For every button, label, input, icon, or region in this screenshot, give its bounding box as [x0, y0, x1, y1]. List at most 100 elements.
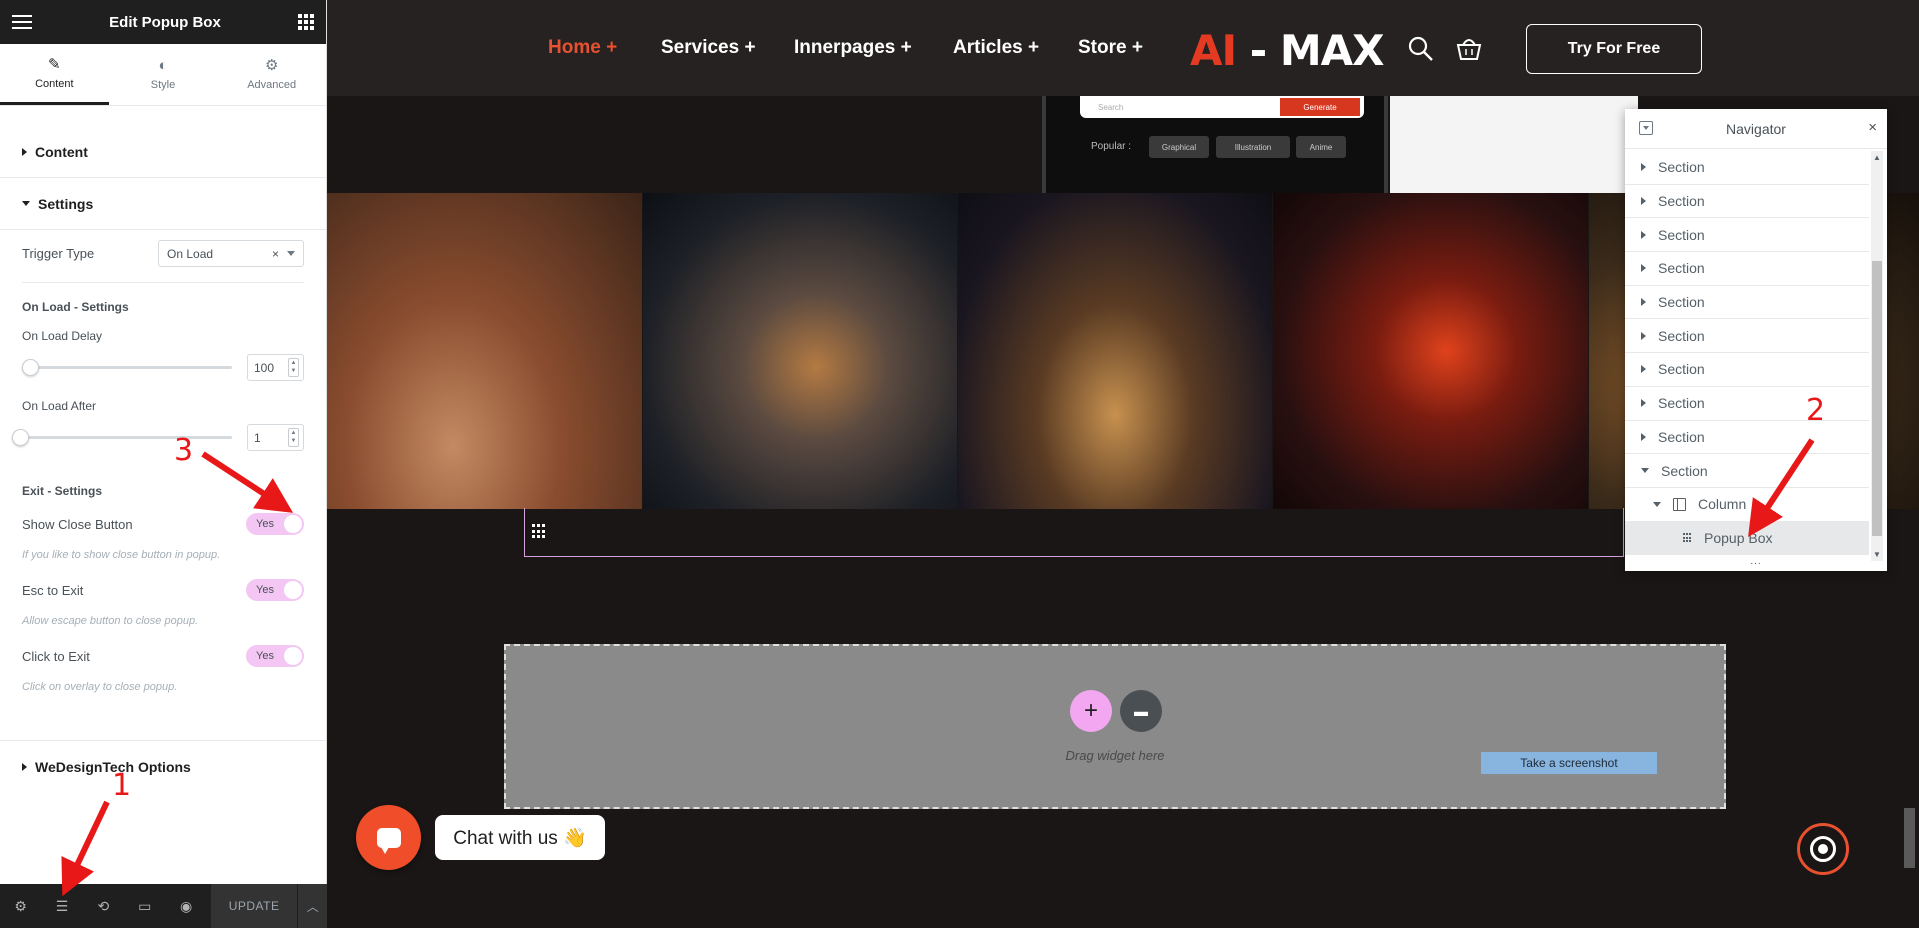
caret-right-icon[interactable]	[1641, 163, 1646, 172]
nav-innerpages[interactable]: Innerpages +	[794, 37, 912, 59]
on-load-after-input[interactable]: 1 ▲ ▼	[247, 424, 304, 451]
search-icon[interactable]	[1407, 35, 1435, 63]
navigator-section-item[interactable]: Section	[1625, 421, 1869, 455]
navigator-scrollbar[interactable]: ▲ ▼	[1871, 151, 1883, 561]
tab-label: Style	[150, 79, 176, 91]
on-load-delay-label: On Load Delay	[22, 329, 103, 343]
caret-down-icon[interactable]	[1641, 468, 1649, 474]
section-wedesigntech-toggle[interactable]: WeDesignTech Options	[0, 740, 327, 792]
widget-drag-handle-icon[interactable]	[532, 524, 547, 539]
responsive-mode-icon[interactable]: ▭	[124, 884, 165, 928]
navigator-section-item[interactable]: Section	[1625, 151, 1869, 185]
navigator-column-item[interactable]: Column	[1625, 488, 1869, 522]
navigator-layers-icon[interactable]: ☰	[41, 884, 82, 928]
update-button[interactable]: UPDATE	[210, 884, 298, 928]
caret-down-icon[interactable]	[1653, 501, 1661, 507]
section-settings-toggle[interactable]: Settings	[0, 178, 326, 230]
show-close-hint: If you like to show close button in popu…	[22, 549, 221, 561]
widgets-grid-icon[interactable]	[297, 14, 314, 30]
esc-exit-toggle[interactable]: Yes	[246, 579, 304, 601]
navigator-section-item[interactable]: Section	[1625, 353, 1869, 387]
caret-right-icon[interactable]	[1641, 298, 1646, 307]
on-load-settings-heading: On Load - Settings	[22, 300, 129, 314]
hamburger-menu-icon[interactable]	[12, 15, 32, 29]
tab-style[interactable]: ◐ Style	[109, 44, 218, 105]
nav-articles[interactable]: Articles +	[953, 37, 1039, 59]
chevron-up-icon[interactable]: ︿	[297, 884, 328, 928]
mockup-chip: Anime	[1296, 136, 1346, 158]
caret-right-icon[interactable]	[1641, 331, 1646, 340]
take-screenshot-button[interactable]: Take a screenshot	[1481, 752, 1657, 774]
navigator-section-item[interactable]: Section	[1625, 286, 1869, 320]
caret-right-icon[interactable]	[1641, 264, 1646, 273]
on-load-after-value: 1	[254, 430, 261, 445]
history-icon[interactable]: ⟲	[83, 884, 124, 928]
tab-advanced[interactable]: ⚙ Advanced	[217, 44, 326, 105]
caret-right-icon[interactable]	[1641, 399, 1646, 408]
caret-right-icon[interactable]	[1641, 365, 1646, 374]
chat-launcher-button[interactable]	[356, 805, 421, 870]
clear-icon[interactable]: ×	[272, 247, 279, 261]
navigator-section-item-expanded[interactable]: Section	[1625, 454, 1869, 488]
on-load-after-slider[interactable]	[12, 429, 232, 446]
navigator-section-item[interactable]: Section	[1625, 319, 1869, 354]
caret-right-icon[interactable]	[1641, 432, 1646, 441]
close-icon[interactable]: ×	[1868, 119, 1877, 136]
section-content-toggle[interactable]: Content	[0, 126, 326, 178]
scroll-target-button[interactable]	[1797, 823, 1849, 875]
logo-part-b: - MAX	[1236, 26, 1385, 75]
mockup-generate-button: Generate	[1280, 98, 1360, 116]
click-exit-row: Click to Exit Yes	[22, 645, 304, 667]
navigator-section-item[interactable]: Section	[1625, 387, 1869, 421]
site-logo[interactable]: AI - MAX	[1190, 26, 1385, 75]
navigator-section-item[interactable]: Section	[1625, 252, 1869, 286]
navigator-item-label: Section	[1658, 159, 1705, 176]
navigator-item-label: Popup Box	[1704, 529, 1773, 546]
on-load-delay-input[interactable]: 100 ▲ ▼	[247, 354, 304, 381]
navigator-section-item[interactable]: Section	[1625, 218, 1869, 253]
stepper-icon[interactable]: ▲ ▼	[288, 428, 299, 447]
cart-basket-icon[interactable]	[1454, 33, 1484, 63]
stepper-icon[interactable]: ▲ ▼	[288, 358, 299, 377]
gallery-image-demon	[1273, 193, 1588, 509]
tab-content[interactable]: ✎ Content	[0, 44, 109, 105]
navigator-item-label: Section	[1658, 294, 1705, 311]
panel-tabs: ✎ Content ◐ Style ⚙ Advanced	[0, 44, 326, 106]
settings-gear-icon[interactable]: ⚙	[0, 884, 41, 928]
navigator-section-item[interactable]: Section	[1625, 185, 1869, 219]
slider-handle[interactable]	[12, 429, 29, 446]
navigator-popup-box-item[interactable]: Popup Box	[1625, 521, 1869, 556]
caret-right-icon[interactable]	[1641, 230, 1646, 239]
navigator-item-label: Section	[1661, 462, 1708, 479]
caret-right-icon[interactable]	[1641, 197, 1646, 206]
click-exit-toggle[interactable]: Yes	[246, 645, 304, 667]
slider-handle[interactable]	[22, 359, 39, 376]
selected-popup-box-outline[interactable]	[524, 508, 1624, 557]
show-close-toggle[interactable]: Yes	[246, 513, 304, 535]
nav-home[interactable]: Home +	[548, 37, 617, 59]
try-for-free-button[interactable]: Try For Free	[1526, 24, 1702, 74]
on-load-delay-slider[interactable]	[22, 359, 232, 376]
template-library-folder-icon[interactable]: ▬	[1120, 690, 1162, 732]
caret-down-icon	[22, 201, 30, 206]
nav-store[interactable]: Store +	[1078, 37, 1143, 59]
toggle-knob	[284, 581, 302, 599]
chat-bubble-icon	[376, 827, 401, 854]
contrast-icon: ◐	[158, 57, 168, 74]
esc-exit-label: Esc to Exit	[22, 582, 84, 598]
chat-with-us-label[interactable]: Chat with us 👋	[435, 815, 605, 860]
navigator-scroll-thumb[interactable]	[1872, 261, 1882, 536]
preview-eye-icon[interactable]: ◉	[165, 884, 206, 928]
page-scrollbar-thumb[interactable]	[1904, 808, 1915, 868]
empty-section-dropzone[interactable]: + ▬ Drag widget here Take a screenshot	[504, 644, 1726, 809]
gear-icon: ⚙	[264, 57, 279, 74]
nav-services[interactable]: Services +	[661, 37, 756, 59]
trigger-type-select[interactable]: On Load ×	[158, 240, 304, 267]
navigator-resize-handle[interactable]: ...	[1625, 556, 1887, 567]
add-section-plus-icon[interactable]: +	[1070, 690, 1112, 732]
collapse-all-icon[interactable]	[1639, 121, 1653, 135]
mockup-search-field: Search Generate	[1080, 96, 1364, 118]
annotation-number-2: 2	[1806, 393, 1826, 428]
section-title: Settings	[38, 195, 94, 212]
scroll-up-icon[interactable]: ▲	[1871, 153, 1883, 162]
